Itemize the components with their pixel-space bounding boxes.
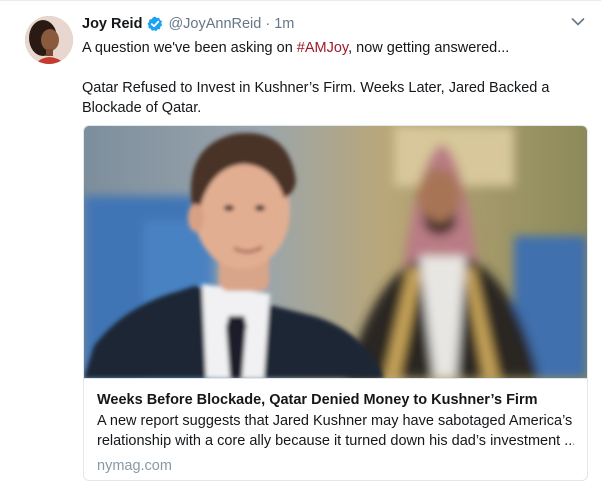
card-description-line2: relationship with a core ally because it… <box>97 433 574 449</box>
avatar[interactable] <box>25 16 73 64</box>
tweet-text-line2: Qatar Refused to Invest in Kushner’s Fir… <box>82 80 550 96</box>
separator: · <box>265 16 271 32</box>
hashtag-link[interactable]: #AMJoy <box>297 40 348 56</box>
timestamp[interactable]: 1m <box>274 16 294 32</box>
tweet-text: A question we've been asking on #AMJoy, … <box>82 38 587 118</box>
link-card[interactable]: Weeks Before Blockade, Qatar Denied Mone… <box>83 125 588 481</box>
card-domain[interactable]: nymag.com <box>97 456 574 476</box>
card-photo <box>84 126 587 378</box>
card-image[interactable] <box>84 126 587 378</box>
author-handle[interactable]: @JoyAnnReid <box>168 16 261 32</box>
avatar-image <box>25 16 73 64</box>
verified-badge-icon <box>147 16 163 32</box>
chevron-down-icon[interactable] <box>571 17 585 27</box>
tweet-text-line1: A question we've been asking on #AMJoy, … <box>82 40 510 56</box>
card-title[interactable]: Weeks Before Blockade, Qatar Denied Mone… <box>97 390 574 410</box>
card-description: A new report suggests that Jared Kushner… <box>97 411 574 451</box>
author-name[interactable]: Joy Reid <box>82 16 142 32</box>
tweet[interactable]: Joy Reid @JoyAnnReid · 1m A question we'… <box>0 0 601 496</box>
card-description-line1: A new report suggests that Jared Kushner… <box>97 413 573 429</box>
tweet-header: Joy Reid @JoyAnnReid · 1m <box>82 14 294 34</box>
tweet-text-line3: Blockade of Qatar. <box>82 100 202 116</box>
card-body[interactable]: Weeks Before Blockade, Qatar Denied Mone… <box>84 378 587 480</box>
